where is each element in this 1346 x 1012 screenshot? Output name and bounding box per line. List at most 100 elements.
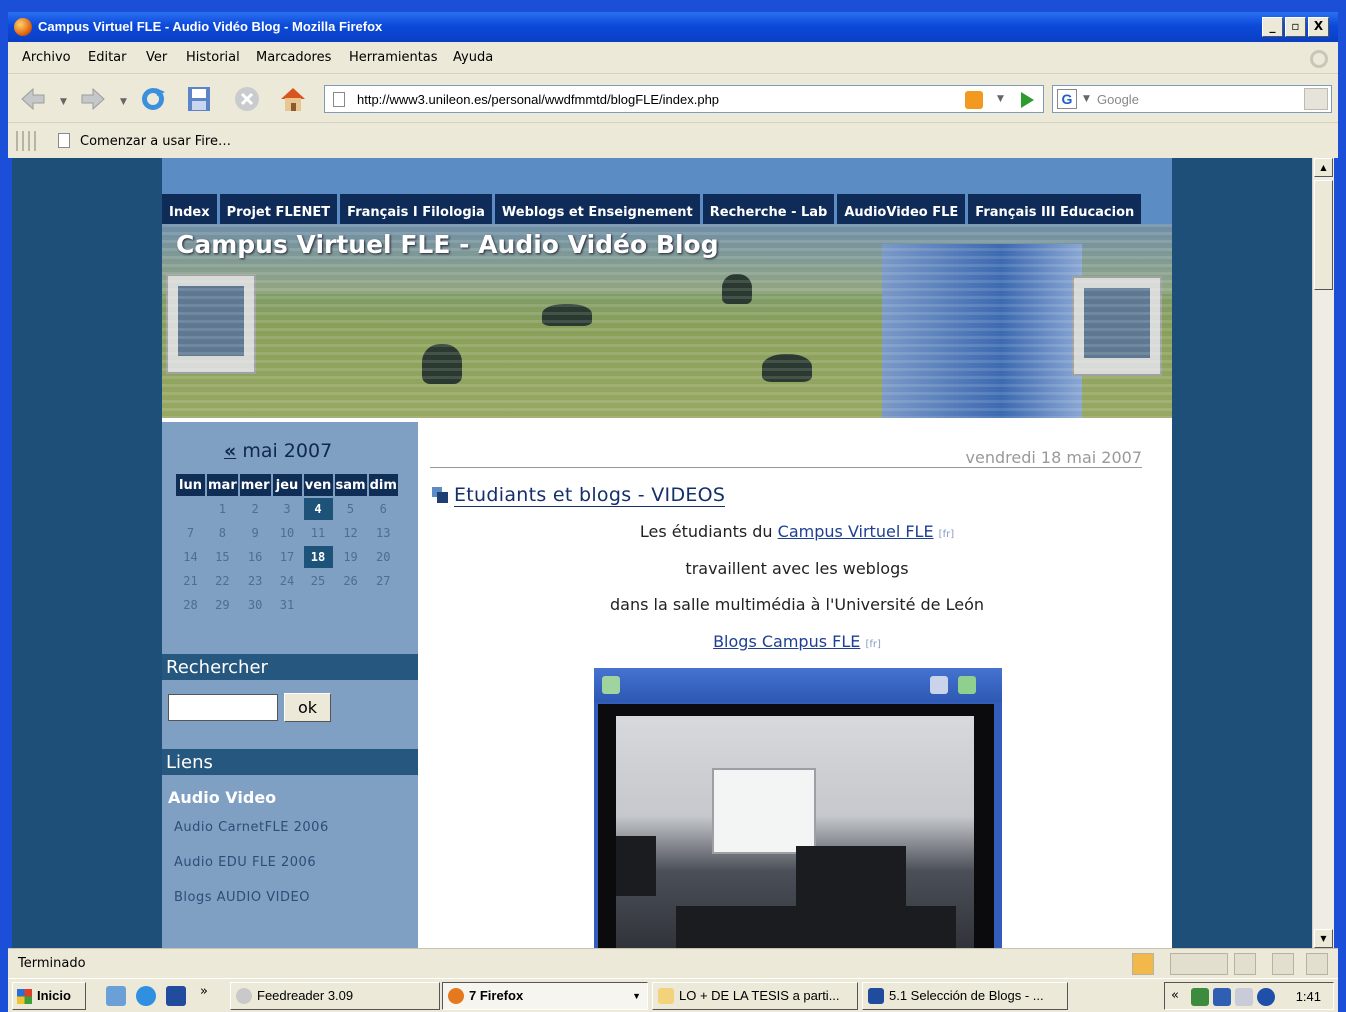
window-tile-icon[interactable] [1234, 953, 1256, 975]
player-fullscreen-icon[interactable] [930, 676, 948, 694]
tray-expand-icon[interactable]: « [1171, 988, 1179, 1003]
vertical-scrollbar[interactable]: ▲ ▼ [1312, 158, 1334, 948]
nav-tab-audiovideo[interactable]: AudioVideo FLE [837, 194, 966, 224]
reload-icon[interactable] [138, 84, 168, 114]
task-folder[interactable]: LO + DE LA TESIS a parti... [652, 982, 858, 1010]
window-cascade-icon[interactable] [1306, 953, 1328, 975]
link-audio-edu-fle[interactable]: Audio EDU FLE 2006 [174, 855, 316, 870]
search-box[interactable]: G ▼ Google [1052, 85, 1332, 113]
menu-herramientas[interactable]: Herramientas [349, 50, 438, 65]
video-desks [676, 906, 956, 948]
back-history-chevron-icon[interactable]: ▼ [60, 97, 67, 107]
task-folder-label: LO + DE LA TESIS a parti... [679, 988, 840, 1003]
save-page-icon[interactable] [184, 84, 214, 114]
forward-icon[interactable] [78, 84, 108, 114]
calendar-empty-cell [176, 498, 205, 520]
close-button[interactable]: X [1308, 17, 1329, 37]
nav-tab-francais-iii[interactable]: Français III Educacion [968, 194, 1142, 224]
task-feedreader[interactable]: Feedreader 3.09 [230, 982, 440, 1010]
calendar-day-header: jeu [272, 474, 302, 496]
nav-tab-weblogs[interactable]: Weblogs et Enseignement [494, 194, 700, 224]
bookmarks-toolbar: Comenzar a usar Fire… [8, 124, 1338, 158]
windows-flag-icon [17, 989, 32, 1004]
task-word-document[interactable]: 5.1 Selección de Blogs - ... [862, 982, 1068, 1010]
nav-tab-francais-i[interactable]: Français I Filologia [340, 194, 492, 224]
task-word-label: 5.1 Selección de Blogs - ... [889, 988, 1044, 1003]
home-icon[interactable] [278, 84, 308, 114]
quicklaunch-ie-icon[interactable] [136, 986, 156, 1006]
tray-antivirus-icon[interactable] [1191, 988, 1209, 1006]
scroll-down-icon[interactable]: ▼ [1314, 929, 1333, 948]
nav-tab-index[interactable]: Index [162, 194, 217, 224]
search-engine-icon[interactable]: G [1057, 89, 1077, 109]
search-engine-chevron-icon[interactable]: ▼ [1083, 94, 1090, 104]
navigation-toolbar: ▼ ▼ http://www3.unileon.es/personal/wwdf… [8, 75, 1338, 123]
quicklaunch-explorer-icon[interactable] [106, 986, 126, 1006]
video-student [616, 836, 656, 896]
media-controls-icon[interactable] [1170, 953, 1228, 975]
title-bar: Campus Virtuel FLE - Audio Vidéo Blog - … [8, 12, 1338, 42]
forward-history-chevron-icon[interactable]: ▼ [120, 97, 127, 107]
tray-clock-icon[interactable] [1257, 988, 1275, 1006]
maximize-button[interactable]: ▫ [1285, 17, 1306, 37]
task-feedreader-label: Feedreader 3.09 [257, 988, 354, 1003]
sidebar: « mai 2007 lun mar mer jeu ven sam dim 1… [162, 422, 418, 948]
start-button[interactable]: Inicio [12, 982, 86, 1010]
link-audio-carnetfle[interactable]: Audio CarnetFLE 2006 [174, 820, 329, 835]
tray-pen-icon[interactable] [1235, 988, 1253, 1006]
campus-virtuel-link[interactable]: Campus Virtuel FLE [778, 522, 934, 541]
calendar-day[interactable]: 4 [303, 498, 333, 520]
rss-feed-icon[interactable] [965, 91, 983, 109]
menu-historial[interactable]: Historial [186, 50, 240, 65]
calendar-day: 23 [247, 574, 263, 588]
url-text[interactable]: http://www3.unileon.es/personal/wwdfmmtd… [357, 92, 719, 107]
search-icon[interactable] [1304, 88, 1328, 110]
go-icon[interactable] [1021, 92, 1034, 108]
search-placeholder[interactable]: Google [1097, 92, 1139, 107]
post-title-link[interactable]: Etudiants et blogs - VIDEOS [454, 484, 726, 507]
calendar-day: 20 [376, 550, 391, 564]
player-menu-icon[interactable] [602, 676, 620, 694]
menu-bar: Archivo Editar Ver Historial Marcadores … [8, 42, 1338, 74]
scroll-thumb[interactable] [1314, 180, 1333, 290]
post-line-2: travaillent avec les weblogs [685, 559, 909, 578]
menu-archivo[interactable]: Archivo [22, 50, 71, 65]
tray-mail-icon[interactable] [1213, 988, 1231, 1006]
bookmark-comenzar[interactable]: Comenzar a usar Fire… [80, 134, 231, 149]
link-blogs-audio-video[interactable]: Blogs AUDIO VIDEO [174, 890, 310, 905]
stop-icon[interactable] [232, 84, 262, 114]
menu-ver[interactable]: Ver [146, 50, 167, 65]
menu-editar[interactable]: Editar [88, 50, 127, 65]
edit-note-icon[interactable] [1132, 953, 1154, 975]
minimize-button[interactable]: _ [1262, 17, 1283, 37]
nav-tab-recherche[interactable]: Recherche - Lab [702, 194, 835, 224]
projection-screen [712, 768, 816, 854]
url-history-chevron-icon[interactable]: ▼ [997, 94, 1004, 104]
calendar-day: 26 [343, 574, 358, 588]
disabled-icon[interactable] [1272, 953, 1294, 975]
search-ok-button[interactable]: ok [284, 693, 331, 722]
scroll-up-icon[interactable]: ▲ [1314, 158, 1333, 177]
word-icon [868, 988, 884, 1004]
calendar-day[interactable]: 18 [303, 546, 333, 568]
menu-ayuda[interactable]: Ayuda [453, 50, 493, 65]
task-firefox[interactable]: 7 Firefox ▼ [442, 982, 648, 1010]
blog-search-input[interactable] [168, 694, 278, 721]
page-icon [333, 92, 345, 107]
calendar-day: 19 [343, 550, 358, 564]
menu-marcadores[interactable]: Marcadores [256, 50, 331, 65]
quicklaunch-word-icon[interactable] [166, 986, 186, 1006]
back-icon[interactable] [18, 84, 48, 114]
video-screen[interactable] [598, 704, 994, 948]
links-heading: Liens [162, 749, 418, 775]
firefox-window: Campus Virtuel FLE - Audio Vidéo Blog - … [0, 0, 1346, 1012]
video-player[interactable] [594, 668, 1002, 948]
taskbar: Inicio » Feedreader 3.09 7 Firefox ▼ LO … [8, 978, 1338, 1012]
calendar-prev-link[interactable]: « [224, 440, 236, 462]
blogs-campus-link[interactable]: Blogs Campus FLE [713, 632, 860, 651]
task-group-chevron-icon[interactable]: ▼ [632, 983, 641, 1009]
nav-tab-projet-flenet[interactable]: Projet FLENET [219, 194, 338, 224]
player-play-icon[interactable] [958, 676, 976, 694]
quicklaunch-more-icon[interactable]: » [200, 984, 208, 999]
url-bar[interactable]: http://www3.unileon.es/personal/wwdfmmtd… [324, 85, 1044, 113]
